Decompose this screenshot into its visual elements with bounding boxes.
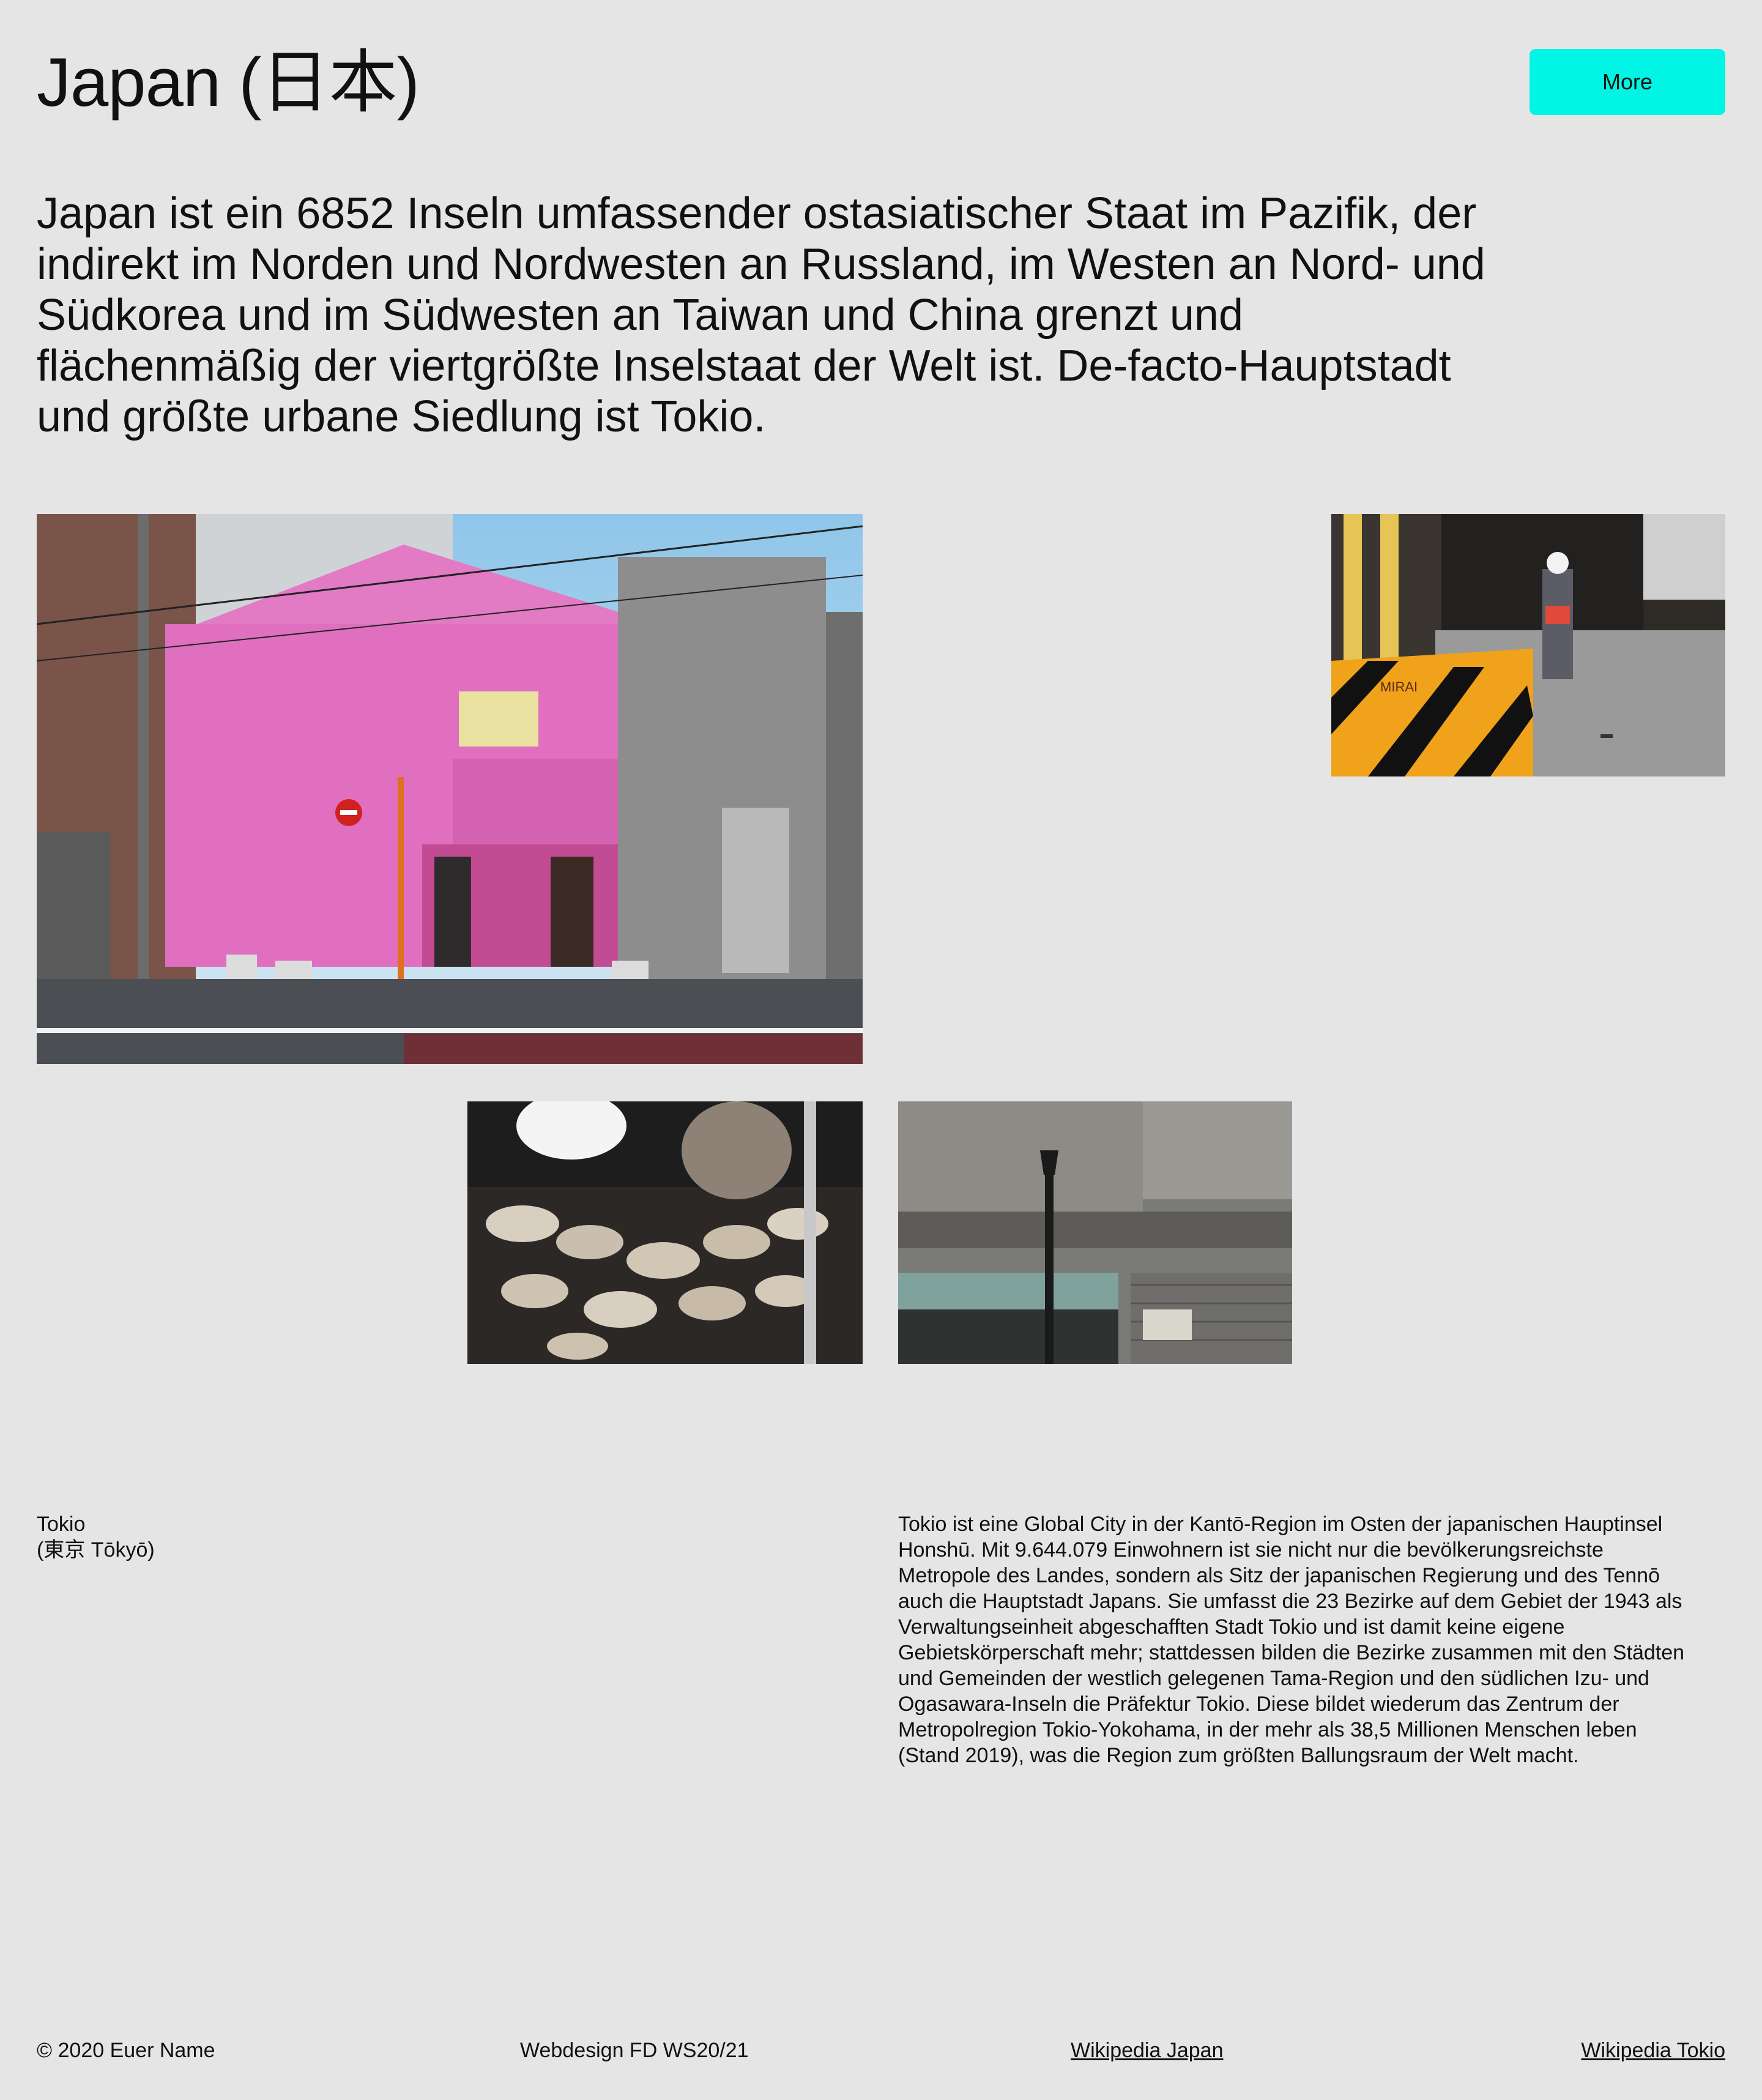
- photo-old-shop-building: [898, 1101, 1292, 1364]
- footer-link-wikipedia-japan[interactable]: Wikipedia Japan: [1071, 2038, 1223, 2063]
- photo-grilled-oysters: [467, 1101, 863, 1364]
- tokio-heading: Tokio (東京 Tōkyō): [37, 1511, 155, 1563]
- tokio-description: Tokio ist eine Global City in der Kantō-…: [898, 1513, 1685, 1767]
- sign-text: MIRAI: [1380, 679, 1418, 694]
- tokio-name: Tokio: [37, 1513, 86, 1536]
- photo-pink-house: [37, 514, 863, 1064]
- page-title: Japan (日本): [37, 44, 420, 121]
- tokio-japanese-name: (東京 Tōkyō): [37, 1538, 155, 1562]
- footer-link-wikipedia-tokio[interactable]: Wikipedia Tokio: [1581, 2038, 1725, 2063]
- more-button[interactable]: More: [1530, 49, 1725, 115]
- footer-course: Webdesign FD WS20/21: [520, 2039, 749, 2062]
- footer-copyright: © 2020 Euer Name: [37, 2039, 215, 2062]
- photo-construction-worker: MIRAI: [1331, 514, 1725, 776]
- intro-text: Japan ist ein 6852 Inseln umfassender os…: [37, 189, 1485, 441]
